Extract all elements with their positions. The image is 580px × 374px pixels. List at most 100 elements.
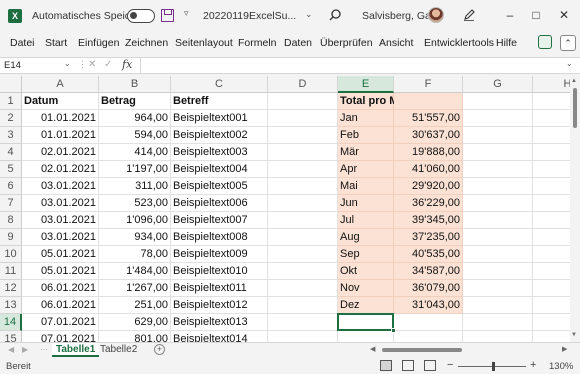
column-header[interactable]: C (171, 76, 268, 93)
row-header[interactable]: 2 (0, 110, 22, 127)
row-header[interactable]: 10 (0, 246, 22, 263)
cell-datum[interactable]: 05.01.2021 (22, 246, 99, 263)
cell-month[interactable]: Apr (338, 161, 394, 178)
cell[interactable] (268, 314, 338, 331)
scroll-right-icon[interactable]: ▶ (562, 345, 567, 353)
cell-betrag[interactable]: 1'096,00 (99, 212, 171, 229)
column-title-datum[interactable]: Datum (22, 93, 99, 110)
select-all-corner[interactable] (0, 76, 22, 93)
cell-month-total[interactable]: 34'587,00 (394, 263, 463, 280)
cell-betreff[interactable]: Beispieltext011 (171, 280, 268, 297)
tab-prev-icon[interactable]: ◀ (8, 345, 14, 354)
cell-month-total[interactable]: 19'888,00 (394, 144, 463, 161)
column-header[interactable]: F (394, 76, 463, 93)
column-header[interactable]: G (463, 76, 533, 93)
cell-month[interactable]: Dez (338, 297, 394, 314)
cell-month-total[interactable]: 36'229,00 (394, 195, 463, 212)
cell-betreff[interactable]: Beispieltext009 (171, 246, 268, 263)
expand-icon[interactable]: ⌄ (566, 59, 573, 68)
save-icon[interactable] (161, 9, 174, 22)
menu-ansicht[interactable]: Ansicht (379, 37, 413, 49)
cell-betrag[interactable]: 311,00 (99, 178, 171, 195)
check-icon[interactable]: ✓ (104, 59, 112, 70)
horizontal-scrollbar[interactable]: ◀ ▶ (360, 346, 567, 354)
fill-handle[interactable] (391, 328, 396, 333)
cell-betreff[interactable]: Beispieltext008 (171, 229, 268, 246)
cell[interactable] (463, 229, 533, 246)
menu-start[interactable]: Start (45, 37, 67, 49)
pen-icon[interactable] (462, 8, 476, 22)
cell[interactable] (268, 195, 338, 212)
row-header[interactable]: 8 (0, 212, 22, 229)
cell[interactable] (268, 246, 338, 263)
cell[interactable] (268, 161, 338, 178)
cell-month-total[interactable]: 40'535,00 (394, 246, 463, 263)
menu-entwicklertools[interactable]: Entwicklertools (424, 37, 494, 49)
cell[interactable] (268, 110, 338, 127)
spreadsheet-grid[interactable]: A B C D E F G H 1 2 3 4 5 6 7 8 9 10 11 12 13 14 15 Datum Betrag… (0, 76, 570, 342)
cell[interactable] (463, 93, 533, 110)
cell-month-total[interactable]: 37'235,00 (394, 229, 463, 246)
row-header[interactable]: 6 (0, 178, 22, 195)
row-header[interactable]: 9 (0, 229, 22, 246)
cell[interactable] (463, 178, 533, 195)
autosave-toggle[interactable] (127, 9, 155, 23)
cell-month-total[interactable]: 30'637,00 (394, 127, 463, 144)
cell-datum[interactable]: 07.01.2021 (22, 331, 99, 342)
cell-datum[interactable]: 05.01.2021 (22, 263, 99, 280)
cell[interactable] (463, 195, 533, 212)
cell-betreff[interactable]: Beispieltext007 (171, 212, 268, 229)
formula-input[interactable] (140, 58, 560, 73)
cell-betreff[interactable]: Beispieltext004 (171, 161, 268, 178)
cell[interactable] (533, 263, 570, 280)
cell-betreff[interactable]: Beispieltext010 (171, 263, 268, 280)
cell[interactable] (533, 178, 570, 195)
file-title[interactable]: 20220119ExcelSu... (203, 10, 296, 22)
cell[interactable] (533, 161, 570, 178)
cell-datum[interactable]: 02.01.2021 (22, 161, 99, 178)
menu-seitenlayout[interactable]: Seitenlayout (175, 37, 233, 49)
cell[interactable] (533, 93, 570, 110)
cell-betreff[interactable]: Beispieltext003 (171, 144, 268, 161)
cell-betreff[interactable]: Beispieltext006 (171, 195, 268, 212)
cell[interactable] (533, 280, 570, 297)
cell-month-total[interactable]: 39'345,00 (394, 212, 463, 229)
minimize-button[interactable]: – (500, 6, 520, 24)
ribbon-toggle-icon[interactable]: ⌃ (560, 35, 576, 51)
cell[interactable] (268, 212, 338, 229)
menu-formeln[interactable]: Formeln (238, 37, 277, 49)
cell-betreff[interactable]: Beispieltext001 (171, 110, 268, 127)
row-header[interactable]: 15 (0, 331, 22, 342)
cell[interactable] (463, 127, 533, 144)
cell[interactable] (463, 280, 533, 297)
cell-datum[interactable]: 03.01.2021 (22, 212, 99, 229)
cell[interactable] (463, 110, 533, 127)
tab-more-icon[interactable]: ⋯ (40, 345, 48, 354)
cell[interactable] (463, 314, 533, 331)
avatar[interactable] (428, 7, 444, 23)
cell-datum[interactable]: 01.01.2021 (22, 127, 99, 144)
cell-datum[interactable]: 06.01.2021 (22, 280, 99, 297)
vertical-scrollbar[interactable]: ▲ ▼ (570, 76, 580, 342)
cell-betreff[interactable]: Beispieltext013 (171, 314, 268, 331)
cell-betreff[interactable]: Beispieltext012 (171, 297, 268, 314)
row-header[interactable]: 13 (0, 297, 22, 314)
menu-einfuegen[interactable]: Einfügen (78, 37, 119, 49)
column-header[interactable]: E (338, 76, 394, 93)
cell[interactable] (463, 331, 533, 342)
scroll-up-icon[interactable]: ▲ (571, 78, 577, 84)
cell[interactable] (533, 246, 570, 263)
cell-datum[interactable]: 07.01.2021 (22, 314, 99, 331)
row-header[interactable]: 1 (0, 93, 22, 110)
page-break-view-icon[interactable] (424, 360, 436, 371)
cell[interactable] (533, 212, 570, 229)
column-title-betrag[interactable]: Betrag (99, 93, 171, 110)
column-title-total[interactable]: Total pro Monat (338, 93, 422, 110)
cell[interactable] (463, 297, 533, 314)
cell-month[interactable]: Jul (338, 212, 394, 229)
cell[interactable] (533, 127, 570, 144)
column-header[interactable]: D (268, 76, 338, 93)
cell-betrag[interactable]: 801,00 (99, 331, 171, 342)
cell-month[interactable]: Mär (338, 144, 394, 161)
cell-month[interactable]: Feb (338, 127, 394, 144)
